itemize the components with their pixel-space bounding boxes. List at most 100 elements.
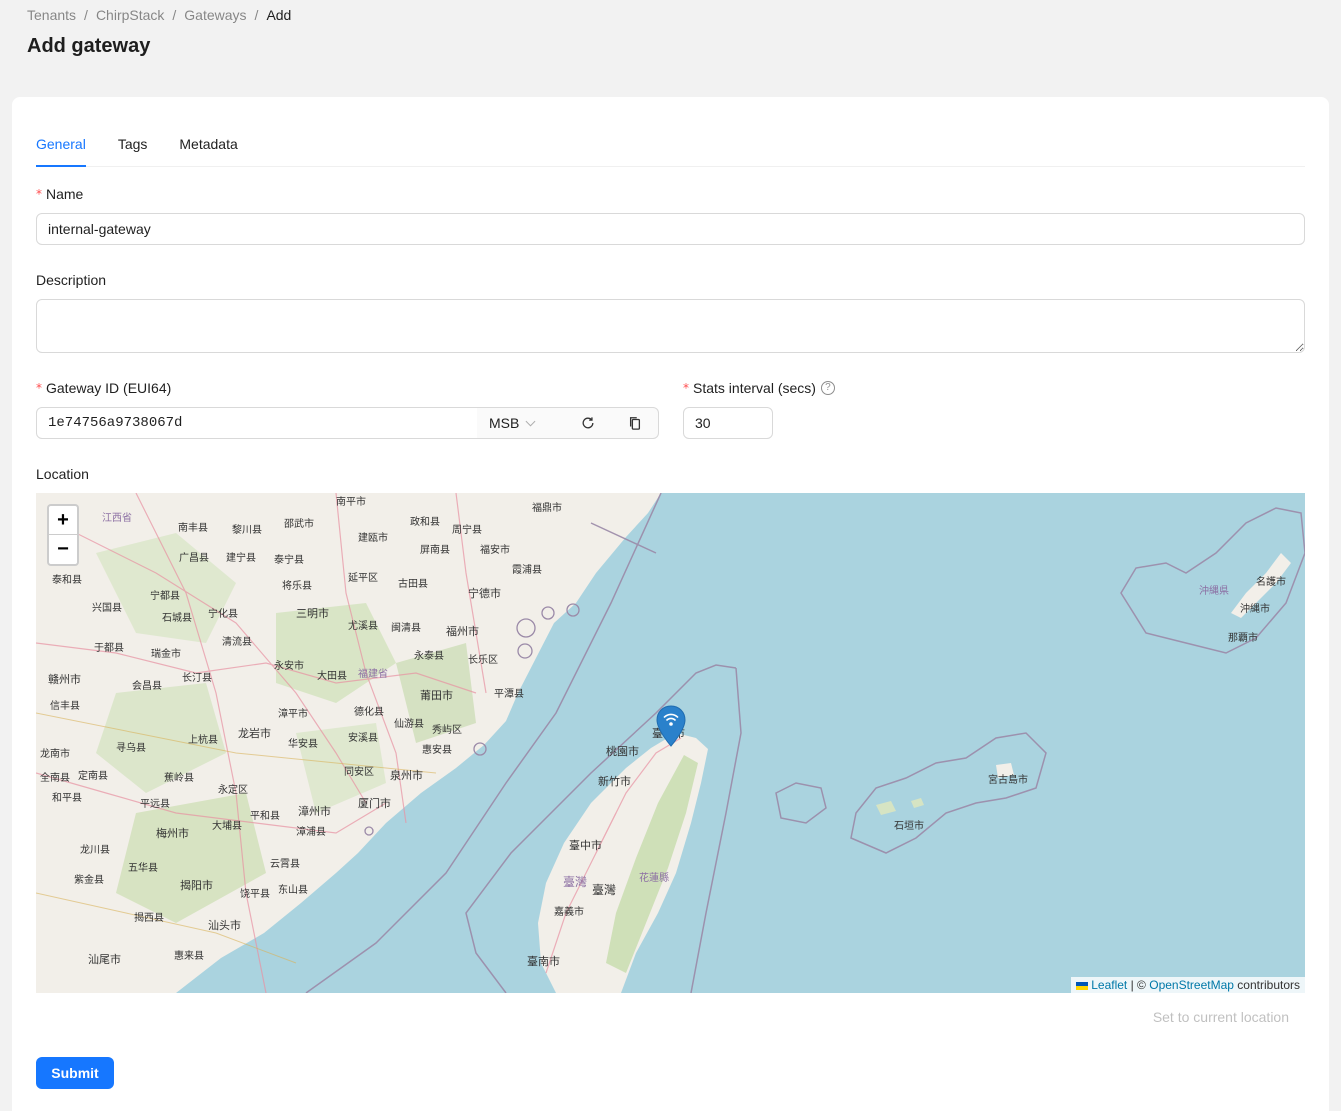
- map-label: 龙南市: [40, 749, 70, 760]
- map-label: 福建省: [358, 669, 388, 680]
- gateway-id-addon: MSB: [477, 407, 659, 439]
- map-label: 东山县: [278, 885, 308, 896]
- breadcrumb-tenants[interactable]: Tenants: [27, 6, 76, 24]
- question-circle-icon[interactable]: ?: [820, 381, 835, 395]
- map-label: 全南县: [40, 773, 70, 784]
- map-label: 将乐县: [282, 581, 312, 592]
- breadcrumb-separator: /: [84, 7, 88, 23]
- map-label: 沖縄市: [1240, 604, 1270, 615]
- leaflet-link[interactable]: Leaflet: [1091, 978, 1127, 992]
- map-label: 德化县: [354, 707, 384, 718]
- map-label: 南平市: [336, 497, 366, 508]
- map-label: 泉州市: [390, 769, 423, 782]
- name-input[interactable]: [36, 213, 1305, 245]
- map-label: 宁都县: [150, 591, 180, 602]
- map-label: 福州市: [446, 625, 479, 638]
- map-attribution: Leaflet | © OpenStreetMap contributors: [1070, 977, 1305, 993]
- tab-general[interactable]: General: [36, 127, 86, 167]
- required-asterisk: *: [683, 381, 689, 395]
- zoom-out-button[interactable]: −: [49, 535, 77, 564]
- map-label: 永安市: [274, 661, 304, 672]
- byte-order-value: MSB: [489, 415, 520, 431]
- map-label: 南丰县: [178, 523, 208, 534]
- map-label: 臺灣: [563, 875, 588, 889]
- map-label: 臺中市: [569, 839, 602, 852]
- gateway-id-label-text: Gateway ID (EUI64): [46, 380, 172, 396]
- tab-metadata[interactable]: Metadata: [179, 127, 237, 166]
- map-label: 于都县: [94, 643, 124, 654]
- submit-button[interactable]: Submit: [36, 1057, 114, 1089]
- map-label: 兴国县: [92, 603, 122, 614]
- tab-tags[interactable]: Tags: [118, 127, 148, 166]
- map-label: 永定区: [218, 785, 248, 796]
- map-label: 瑞金市: [151, 649, 181, 660]
- map-label: 屏南县: [420, 545, 450, 556]
- map-label: 永泰县: [414, 651, 444, 662]
- required-asterisk: *: [36, 187, 42, 201]
- map-label: 新竹市: [598, 775, 631, 788]
- refresh-button[interactable]: [565, 408, 612, 438]
- map-label: 霞浦县: [512, 565, 542, 576]
- map-label: 石垣市: [894, 821, 924, 832]
- map-label: 泰和县: [52, 575, 82, 586]
- map-label: 清流县: [222, 637, 252, 648]
- map-label: 会昌县: [132, 681, 162, 692]
- map-label: 大田县: [317, 671, 347, 682]
- copy-button[interactable]: [611, 408, 658, 438]
- location-label-text: Location: [36, 466, 89, 482]
- chevron-down-icon: [525, 416, 536, 426]
- map-label: 平和县: [250, 811, 280, 822]
- map-label: 江西省: [102, 513, 132, 524]
- map-label: 汕尾市: [88, 953, 121, 966]
- stats-interval-label: * Stats interval (secs) ?: [683, 379, 835, 397]
- map-label: 漳平市: [278, 709, 308, 720]
- map-label: 尤溪县: [348, 621, 378, 632]
- description-textarea[interactable]: [36, 299, 1305, 353]
- map-label: 龙岩市: [238, 727, 271, 740]
- gateway-id-label: * Gateway ID (EUI64): [36, 379, 171, 397]
- stats-interval-input[interactable]: [683, 407, 773, 439]
- map-label: 大埔县: [212, 821, 242, 832]
- map-zoom-control: + −: [47, 504, 79, 566]
- map-label: 花蓮縣: [639, 873, 669, 884]
- byte-order-select[interactable]: MSB: [477, 408, 565, 438]
- map-label: 汕头市: [208, 919, 241, 932]
- breadcrumb-add: Add: [266, 7, 292, 23]
- map-label: 福鼎市: [532, 503, 562, 514]
- map-label: 平潭县: [494, 689, 524, 700]
- map-label: 嘉義市: [554, 907, 584, 918]
- map-label: 云霄县: [270, 859, 300, 870]
- map-label: 长汀县: [182, 673, 212, 684]
- name-label-text: Name: [46, 186, 84, 202]
- location-map[interactable]: 江西省 南丰县 黎川县 邵武市 南平市 政和县 周宁县 福鼎市 广昌县 建宁县 …: [36, 493, 1305, 993]
- name-label: * Name: [36, 185, 83, 203]
- map-label: 名護市: [1256, 577, 1286, 588]
- set-current-location-button[interactable]: Set to current location: [1153, 1009, 1289, 1025]
- breadcrumb-gateways[interactable]: Gateways: [184, 6, 246, 24]
- description-label-text: Description: [36, 272, 107, 288]
- gateway-marker-icon[interactable]: [656, 705, 686, 747]
- map-label: 闽清县: [391, 623, 421, 634]
- breadcrumb-chirpstack[interactable]: ChirpStack: [96, 6, 164, 24]
- map-label: 厦门市: [358, 797, 391, 810]
- refresh-icon: [582, 417, 594, 429]
- stats-interval-label-text: Stats interval (secs): [693, 380, 816, 396]
- form-card: General Tags Metadata * Name Description…: [12, 97, 1329, 1111]
- map-label: 那覇市: [1228, 633, 1258, 644]
- location-label: Location: [36, 465, 89, 483]
- map-label: 周宁县: [452, 525, 482, 536]
- map-label: 揭西县: [134, 913, 164, 924]
- map-label: 五华县: [128, 863, 158, 874]
- description-label: Description: [36, 271, 106, 289]
- openstreetmap-link[interactable]: OpenStreetMap: [1149, 978, 1234, 992]
- page-title: Add gateway: [27, 35, 151, 57]
- gateway-id-input[interactable]: [36, 407, 478, 439]
- map-label: 漳州市: [298, 805, 331, 818]
- map-label: 石城县: [162, 613, 192, 624]
- map-label: 政和县: [410, 517, 440, 528]
- ukraine-flag-icon: [1075, 981, 1088, 990]
- map-label: 惠安县: [422, 745, 452, 756]
- zoom-in-button[interactable]: +: [49, 506, 77, 535]
- map-label: 宁化县: [208, 609, 238, 620]
- breadcrumb: Tenants / ChirpStack / Gateways / Add: [27, 6, 291, 24]
